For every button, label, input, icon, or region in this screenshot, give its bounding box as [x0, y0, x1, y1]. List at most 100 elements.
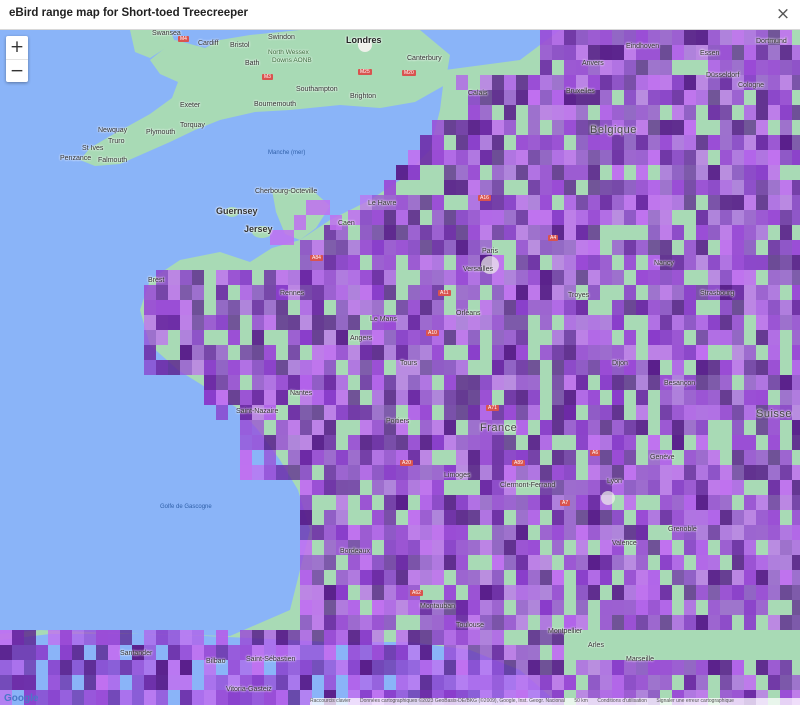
range-tile	[744, 495, 756, 510]
range-tile	[420, 225, 432, 240]
range-tile	[792, 60, 800, 75]
place-label: Saint-Nazaire	[236, 408, 279, 415]
range-tile	[528, 210, 540, 225]
range-tile	[468, 510, 480, 525]
zoom-out-button[interactable]: −	[6, 60, 28, 83]
range-tile	[432, 315, 444, 330]
range-tile	[540, 75, 552, 90]
range-tile	[648, 360, 660, 375]
keyboard-shortcuts-link[interactable]: Raccourcis clavier	[310, 698, 351, 704]
range-tile	[600, 660, 612, 675]
range-tile	[444, 420, 456, 435]
range-tile	[756, 105, 768, 120]
range-tile	[756, 45, 768, 60]
range-tile	[684, 180, 696, 195]
range-tile	[768, 210, 780, 225]
range-tile	[600, 600, 612, 615]
range-tile	[60, 645, 72, 660]
range-tile	[528, 660, 540, 675]
range-tile	[516, 315, 528, 330]
range-tile	[324, 450, 336, 465]
range-tile	[720, 600, 732, 615]
range-tile	[612, 45, 624, 60]
range-tile	[468, 435, 480, 450]
range-tile	[48, 690, 60, 705]
range-tile	[372, 525, 384, 540]
range-tile	[216, 390, 228, 405]
range-tile	[432, 480, 444, 495]
range-tile	[708, 390, 720, 405]
range-tile	[300, 660, 312, 675]
range-tile	[360, 405, 372, 420]
range-tile	[528, 360, 540, 375]
range-tile	[396, 480, 408, 495]
range-tile	[528, 405, 540, 420]
range-tile	[660, 615, 672, 630]
range-tile	[612, 75, 624, 90]
range-tile	[684, 600, 696, 615]
range-tile	[600, 450, 612, 465]
close-icon[interactable]: ×	[772, 3, 794, 25]
range-tile	[696, 240, 708, 255]
range-tile	[306, 200, 318, 215]
terms-link[interactable]: Conditions d'utilisation	[597, 698, 647, 704]
range-tile	[792, 345, 800, 360]
range-tile	[372, 600, 384, 615]
range-tile	[528, 240, 540, 255]
range-tile	[696, 210, 708, 225]
zoom-in-button[interactable]: +	[6, 36, 28, 60]
range-tile	[96, 630, 108, 645]
range-tile	[600, 135, 612, 150]
range-tile	[672, 510, 684, 525]
range-tile	[552, 660, 564, 675]
range-tile	[156, 315, 168, 330]
report-error-link[interactable]: Signaler une erreur cartographique	[656, 698, 734, 704]
range-tile	[348, 345, 360, 360]
range-tile	[612, 345, 624, 360]
range-tile	[696, 405, 708, 420]
range-tile	[648, 375, 660, 390]
range-tile	[444, 660, 456, 675]
place-label: Troyes	[568, 292, 590, 299]
range-map[interactable]: + − Swansea Cardiff Bristol Swindon Lond…	[0, 30, 800, 705]
range-tile	[540, 345, 552, 360]
range-tile	[576, 300, 588, 315]
road-shield: M4	[178, 36, 189, 42]
range-tile	[240, 345, 252, 360]
range-tile	[780, 90, 792, 105]
country-label: Suisse	[756, 408, 793, 420]
range-tile	[384, 345, 396, 360]
range-tile	[720, 255, 732, 270]
range-tile	[792, 105, 800, 120]
range-tile	[324, 435, 336, 450]
range-tile	[312, 585, 324, 600]
range-tile	[432, 210, 444, 225]
road-shield: A6	[590, 450, 601, 456]
range-tile	[564, 315, 576, 330]
range-tile	[420, 270, 432, 285]
range-tile	[468, 675, 480, 690]
range-tile	[636, 300, 648, 315]
range-tile	[720, 525, 732, 540]
range-tile	[768, 285, 780, 300]
place-label: Downs AONB	[272, 57, 312, 64]
place-label: Lyon	[607, 478, 622, 485]
range-tile	[720, 105, 732, 120]
range-tile	[756, 255, 768, 270]
range-tile	[624, 75, 636, 90]
range-tile	[744, 675, 756, 690]
range-tile	[48, 660, 60, 675]
range-tile	[468, 345, 480, 360]
range-tile	[504, 210, 516, 225]
range-tile	[660, 45, 672, 60]
range-tile	[744, 120, 756, 135]
range-tile	[732, 660, 744, 675]
place-label: Santander	[120, 650, 153, 657]
range-tile	[792, 675, 800, 690]
range-tile	[636, 75, 648, 90]
range-tile	[444, 240, 456, 255]
range-tile	[792, 570, 800, 585]
range-tile	[576, 510, 588, 525]
range-tile	[12, 645, 24, 660]
range-tile	[360, 675, 372, 690]
